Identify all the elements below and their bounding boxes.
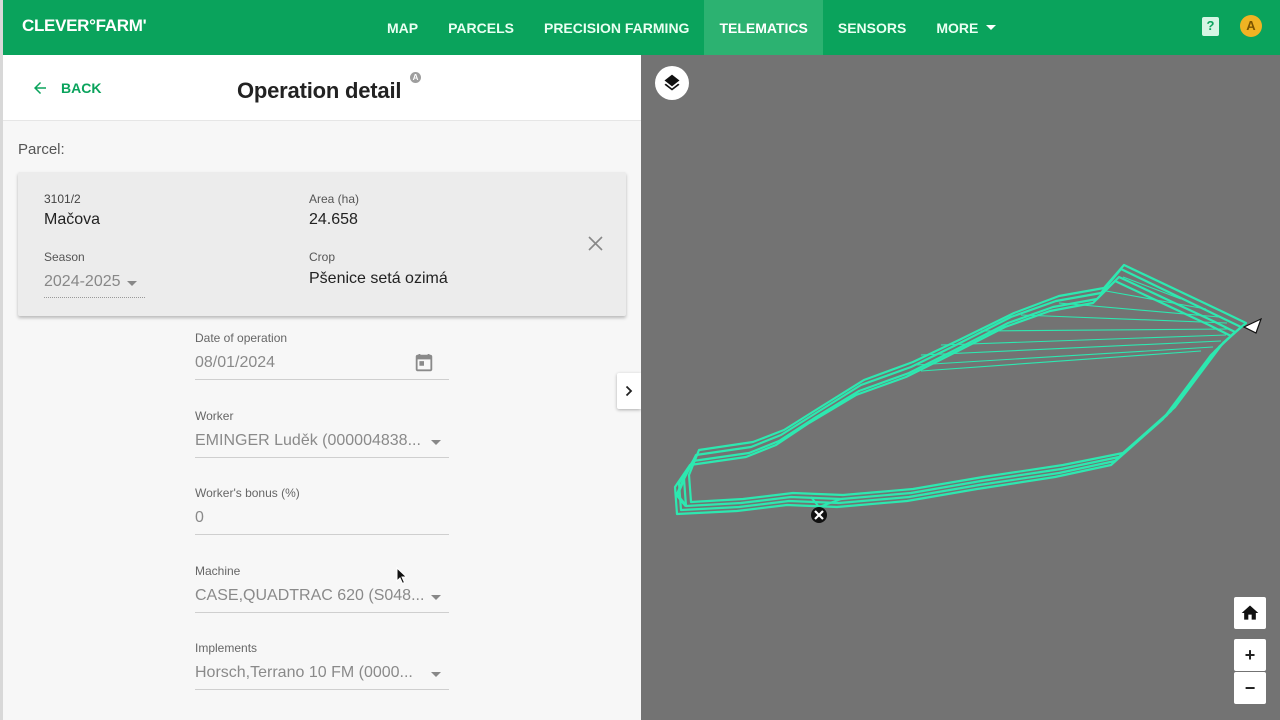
date-input[interactable]: 08/01/2024 <box>195 354 449 380</box>
close-icon[interactable] <box>588 236 603 251</box>
nav-precision-farming[interactable]: PRECISION FARMING <box>529 0 704 55</box>
worker-select[interactable]: EMINGER Luděk (000004838... <box>195 432 449 458</box>
bonus-input[interactable]: 0 <box>195 509 449 535</box>
nav-map-label: MAP <box>387 19 419 36</box>
bonus-value: 0 <box>195 509 204 526</box>
zoom-in-button[interactable]: + <box>1234 639 1266 671</box>
map-view[interactable]: + − <box>641 55 1280 720</box>
parcel-track <box>673 263 1248 516</box>
user-avatar[interactable]: A <box>1240 15 1262 37</box>
parcel-track-fill <box>915 276 1230 372</box>
panel-header: BACK Operation detail A <box>3 55 641 121</box>
nav-sensors-label: SENSORS <box>837 19 907 36</box>
implements-label: Implements <box>195 641 258 655</box>
machine-field: Machine CASE,QUADTRAC 620 (S048... <box>195 564 449 613</box>
parcel-section-label: Parcel: <box>18 141 65 158</box>
nav-parcels[interactable]: PARCELS <box>433 0 529 55</box>
mouse-cursor-icon <box>396 567 408 585</box>
help-icon[interactable]: ? <box>1202 17 1219 36</box>
arrow-left-icon <box>34 82 46 94</box>
app-logo[interactable]: CLEVER°FARM' <box>22 16 147 36</box>
chevron-down-icon <box>986 25 997 30</box>
machine-label: Machine <box>195 564 241 578</box>
implements-field: Implements Horsch,Terrano 10 FM (0000... <box>195 641 449 690</box>
worker-field: Worker EMINGER Luděk (000004838... <box>195 409 449 458</box>
start-marker-icon <box>811 507 827 523</box>
bonus-field: Worker's bonus (%) 0 <box>195 486 449 535</box>
operation-detail-panel: BACK Operation detail A Parcel: 3101/2 M… <box>3 55 641 720</box>
worker-value: EMINGER Luděk (000004838... <box>195 432 421 449</box>
crop-label: Crop <box>309 250 336 264</box>
area-label: Area (ha) <box>309 192 360 206</box>
implements-value: Horsch,Terrano 10 FM (0000... <box>195 664 413 681</box>
nav-map[interactable]: MAP <box>372 0 433 55</box>
season-value: 2024-2025 <box>44 273 121 290</box>
nav-telematics[interactable]: TELEMATICS <box>704 0 823 55</box>
date-field: Date of operation 08/01/2024 <box>195 331 449 380</box>
season-label: Season <box>44 250 85 264</box>
machine-select[interactable]: CASE,QUADTRAC 620 (S048... <box>195 587 449 613</box>
parcel-id: 3101/2 <box>44 192 81 206</box>
nav-more-label: MORE <box>936 19 979 36</box>
chevron-down-icon <box>431 595 441 600</box>
season-select[interactable]: 2024-2025 <box>44 273 145 298</box>
top-navbar: CLEVER°FARM' MAP PARCELS PRECISION FARMI… <box>0 0 1280 720</box>
calendar-icon[interactable] <box>413 354 435 374</box>
info-badge-icon[interactable]: A <box>410 72 421 83</box>
nav-sensors[interactable]: SENSORS <box>823 0 921 55</box>
chevron-down-icon <box>431 672 441 677</box>
back-label: BACK <box>61 80 102 96</box>
layers-button[interactable] <box>655 66 689 100</box>
bonus-label: Worker's bonus (%) <box>195 486 300 500</box>
main-nav: MAP PARCELS PRECISION FARMING TELEMATICS… <box>372 0 1011 55</box>
implements-select[interactable]: Horsch,Terrano 10 FM (0000... <box>195 664 449 690</box>
date-label: Date of operation <box>195 331 288 345</box>
parcel-card: 3101/2 Mačova Area (ha) 24.658 Season 20… <box>18 172 626 316</box>
crop-value: Pšenice setá ozimá <box>309 270 448 287</box>
back-button[interactable]: BACK <box>31 79 101 97</box>
nav-telematics-label: TELEMATICS <box>719 19 808 36</box>
nav-parcels-label: PARCELS <box>448 19 514 36</box>
gps-track-map <box>673 263 1263 523</box>
parcel-name: Mačova <box>44 211 101 228</box>
zoom-out-button[interactable]: − <box>1234 672 1266 704</box>
nav-precision-farming-label: PRECISION FARMING <box>543 19 690 36</box>
home-icon <box>1241 605 1259 620</box>
page-title: Operation detail <box>237 78 402 103</box>
machine-value: CASE,QUADTRAC 620 (S048... <box>195 587 425 604</box>
area-value: 24.658 <box>309 211 358 228</box>
home-button[interactable] <box>1234 597 1266 629</box>
date-value: 08/01/2024 <box>195 354 276 371</box>
nav-more[interactable]: MORE <box>921 0 1011 55</box>
chevron-right-icon <box>625 385 633 397</box>
expand-panel-button[interactable] <box>617 373 641 409</box>
worker-label: Worker <box>195 409 234 423</box>
layers-icon <box>664 74 680 91</box>
chevron-down-icon <box>127 281 137 286</box>
end-marker-icon <box>1242 317 1263 334</box>
chevron-down-icon <box>431 440 441 445</box>
